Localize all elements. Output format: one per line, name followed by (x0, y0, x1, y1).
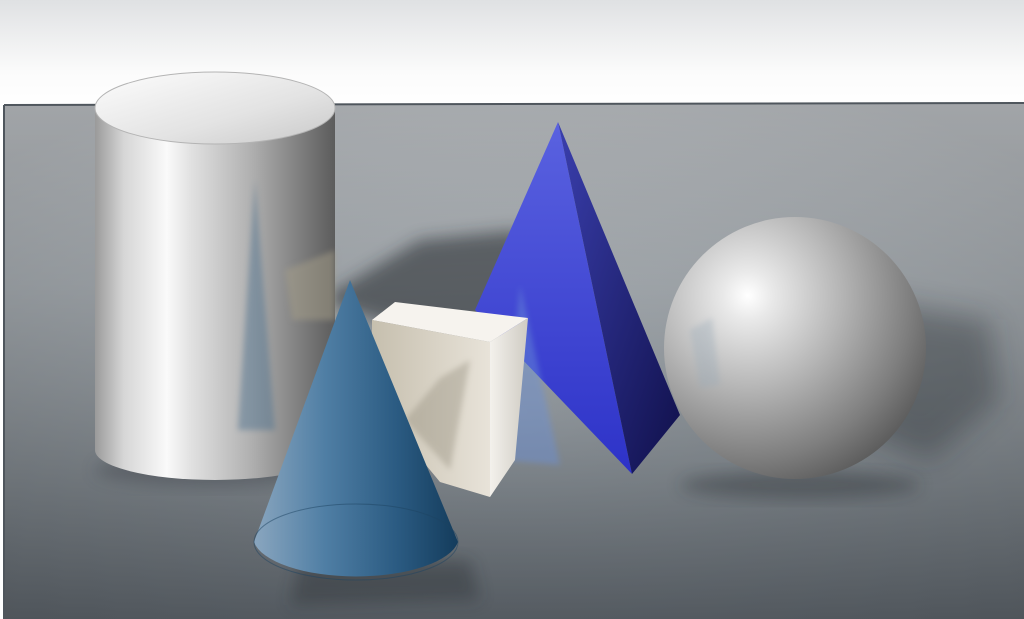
geometric-shapes-scene (0, 0, 1024, 619)
sphere (664, 217, 926, 479)
cylinder (94, 71, 336, 480)
